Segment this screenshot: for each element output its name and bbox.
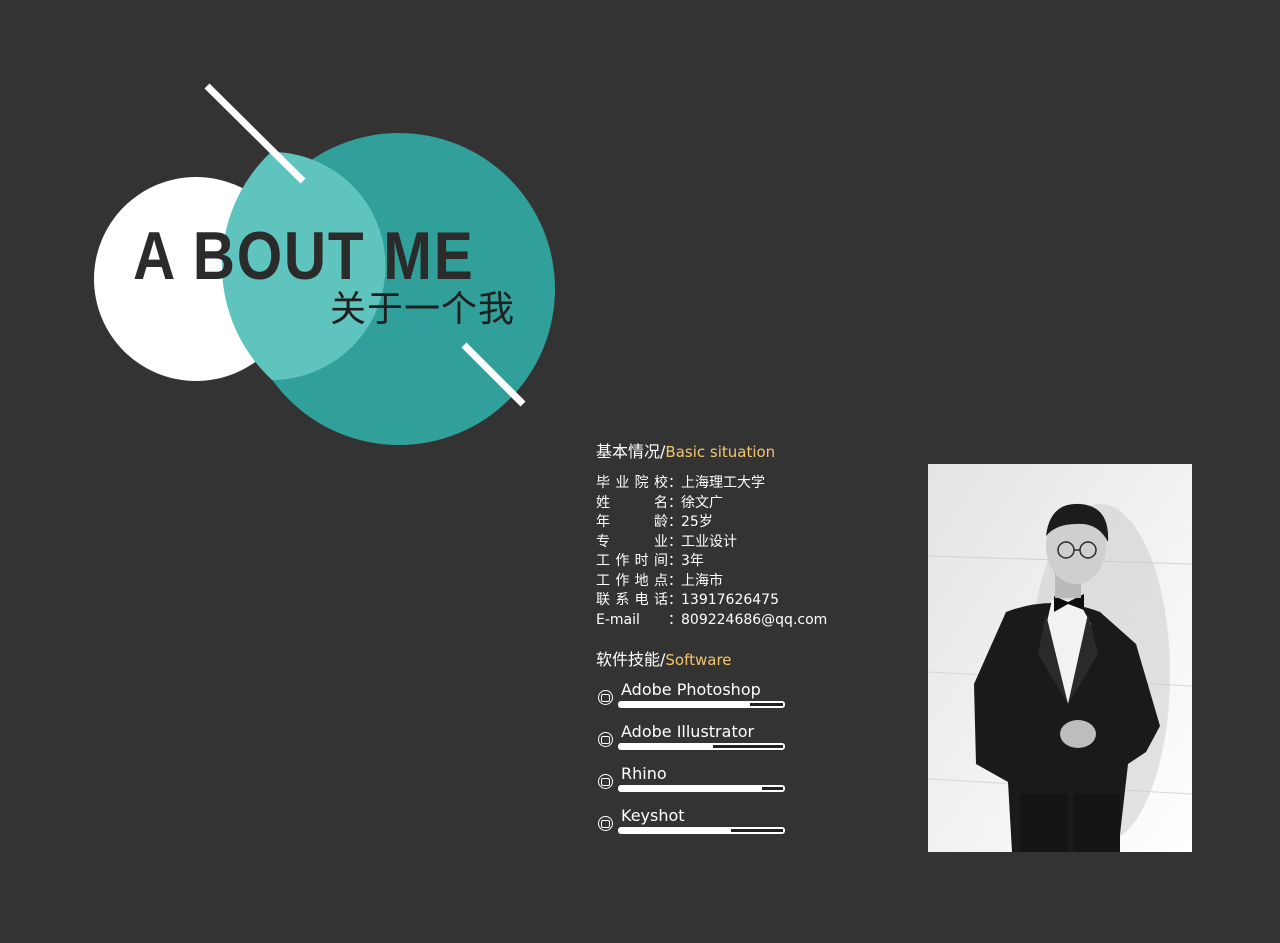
info-value: 3年 (681, 553, 704, 569)
info-colon: ： (668, 494, 682, 511)
skill-progress-bar (618, 785, 785, 792)
info-label: 专业 (596, 533, 668, 550)
illustrator-icon (598, 732, 613, 747)
skill-item: Keyshot (596, 804, 796, 846)
software-skill-list: Adobe Photoshop Adobe Illustrator Rhino Key… (596, 678, 796, 846)
info-colon: ： (668, 533, 682, 550)
info-value: 25岁 (681, 514, 713, 530)
info-row: 工作地点：上海市 (596, 572, 856, 592)
info-label: E-mail (596, 611, 640, 628)
software-heading-en: Software (665, 651, 732, 669)
info-colon: ： (668, 572, 682, 589)
info-colon: ： (668, 514, 682, 530)
info-label: 工作时间 (596, 553, 668, 569)
software-heading-cn: 软件技能/ (596, 650, 666, 669)
info-label: 工作地点 (596, 572, 668, 589)
skill-name: Keyshot (621, 806, 685, 825)
info-value: 上海市 (681, 572, 723, 589)
info-value: 13917626475 (681, 592, 779, 608)
info-row: 工作时间： 3年 (596, 552, 856, 572)
skill-name: Adobe Illustrator (621, 722, 755, 741)
info-value: 徐文广 (681, 494, 723, 511)
info-row: E-mail ： 809224686@qq.com (596, 611, 856, 631)
basic-heading-en: Basic situation (665, 443, 776, 461)
skill-item: Adobe Photoshop (596, 678, 796, 720)
photoshop-icon (598, 690, 613, 705)
software-heading: 软件技能/Software (596, 649, 732, 671)
basic-heading-cn: 基本情况/ (596, 442, 666, 461)
info-row: 专业：工业设计 (596, 533, 856, 553)
about-me-title: A BOUT ME (133, 218, 475, 294)
info-row: 联系电话： 13917626475 (596, 591, 856, 611)
info-row: 姓名：徐文广 (596, 494, 856, 514)
info-colon: ： (668, 592, 682, 608)
basic-info-list: 毕业院校：上海理工大学 姓名：徐文广 年龄： 25岁 专业：工业设计 工作时间： 3年 工作地… (596, 474, 856, 630)
about-me-subtitle: 关于一个我 (330, 289, 516, 330)
info-row: 毕业院校：上海理工大学 (596, 474, 856, 494)
info-colon: ： (668, 611, 682, 628)
skill-item: Adobe Illustrator (596, 720, 796, 762)
info-label: 年龄 (596, 514, 668, 530)
skill-progress-bar (618, 827, 785, 834)
rhino-icon (598, 774, 613, 789)
info-value: 809224686@qq.com (681, 611, 828, 628)
info-label: 毕业院校 (596, 475, 668, 491)
skill-progress-bar (618, 701, 785, 708)
skill-name: Adobe Photoshop (621, 680, 761, 699)
skill-name: Rhino (621, 764, 667, 783)
skill-item: Rhino (596, 762, 796, 804)
info-row: 年龄： 25岁 (596, 513, 856, 533)
portrait-photo (928, 464, 1192, 852)
info-value: 工业设计 (681, 533, 737, 550)
info-label: 联系电话 (596, 592, 668, 608)
basic-situation-heading: 基本情况/Basic situation (596, 441, 775, 463)
info-colon: ： (668, 475, 682, 491)
info-value: 上海理工大学 (681, 475, 765, 491)
skill-progress-bar (618, 743, 785, 750)
info-colon: ： (668, 553, 682, 569)
slash-line-top (204, 83, 306, 184)
info-label: 姓名 (596, 494, 668, 511)
keyshot-icon (598, 816, 613, 831)
